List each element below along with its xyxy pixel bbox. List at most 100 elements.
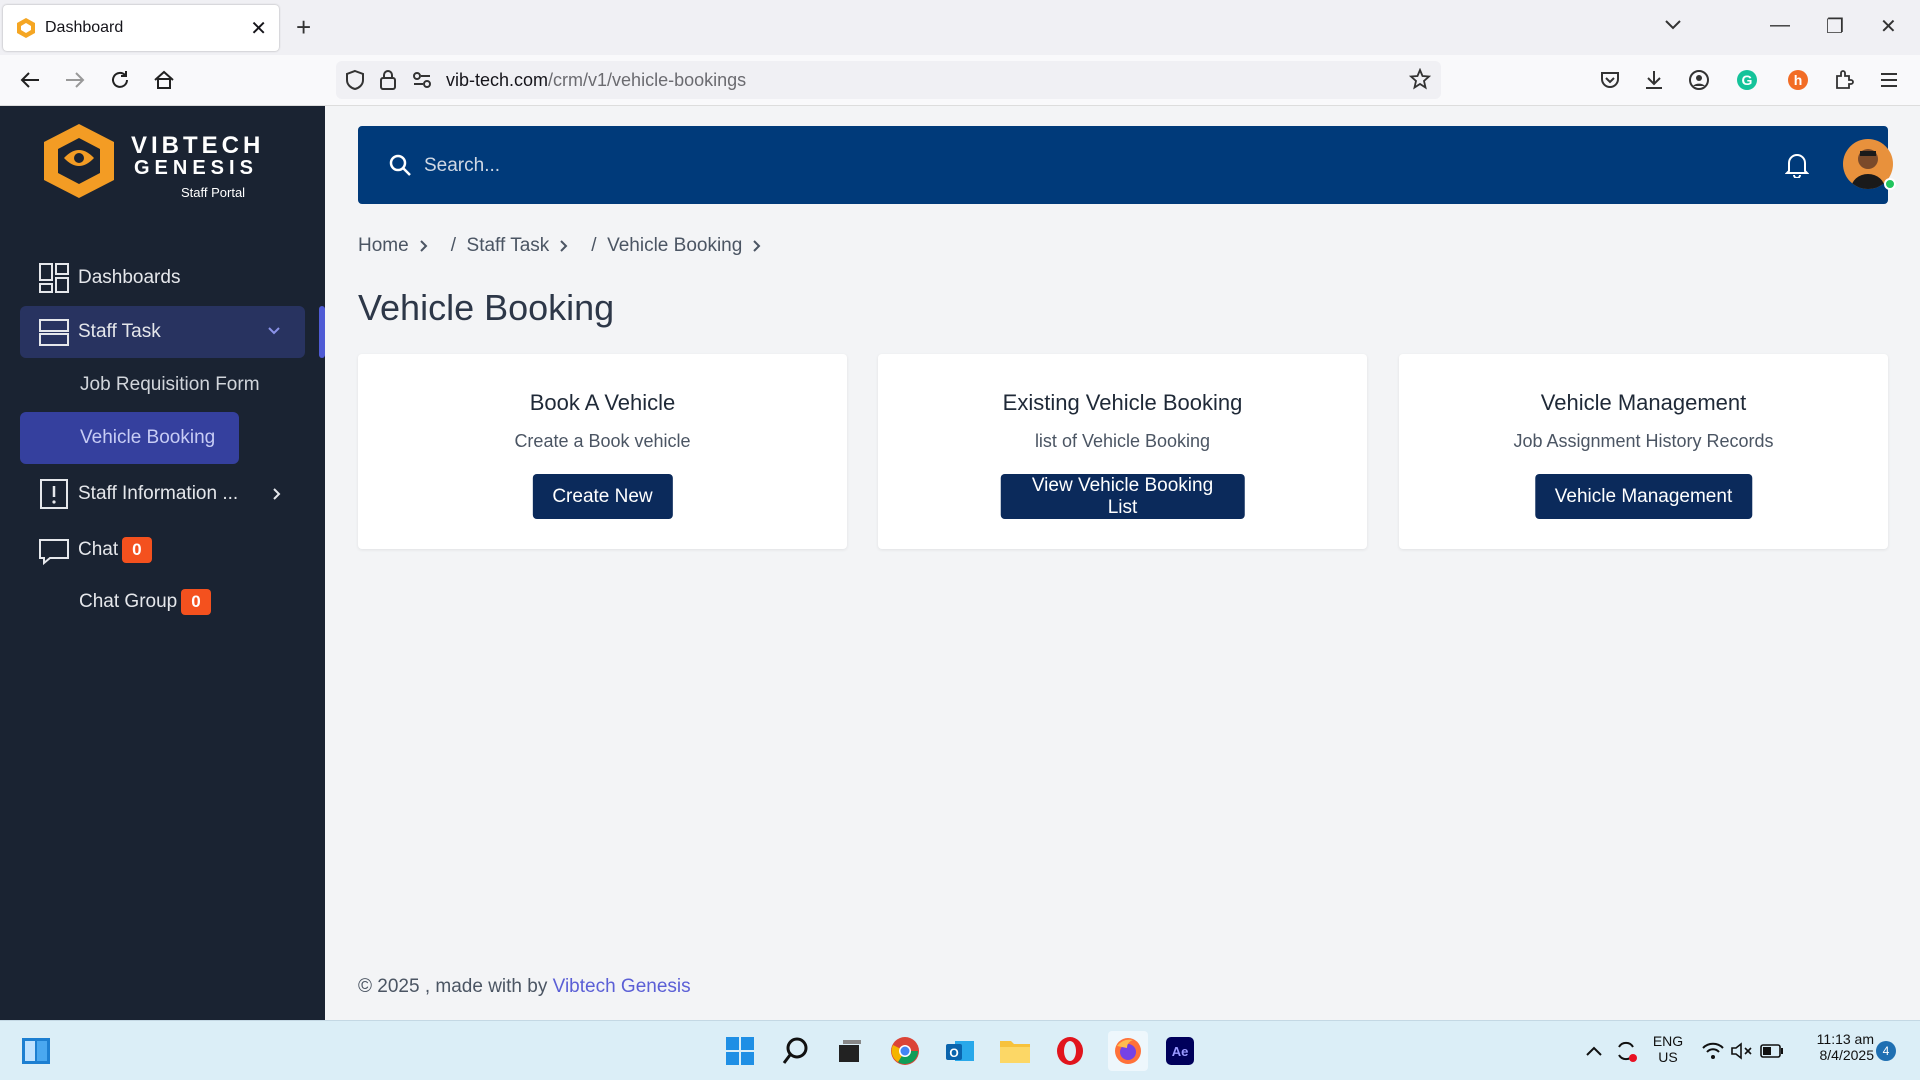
menu-hamburger-icon[interactable] bbox=[1876, 67, 1902, 93]
info-card-icon bbox=[40, 479, 68, 509]
sidebar-item-chat[interactable]: Chat 0 bbox=[38, 530, 152, 570]
account-icon[interactable] bbox=[1686, 67, 1712, 93]
card-existing-vehicle-booking: Existing Vehicle Booking list of Vehicle… bbox=[878, 354, 1367, 549]
footer-link[interactable]: Vibtech Genesis bbox=[553, 976, 691, 997]
search-input[interactable] bbox=[424, 151, 1024, 181]
chevron-down-icon bbox=[268, 327, 280, 335]
bell-icon[interactable] bbox=[1785, 152, 1809, 178]
logo-line1: VIBTECH bbox=[131, 132, 265, 159]
pocket-icon[interactable] bbox=[1597, 67, 1623, 93]
site-favicon-icon bbox=[17, 18, 35, 38]
sidebar-item-vehicle-booking[interactable]: Vehicle Booking bbox=[20, 412, 239, 464]
url-bar[interactable]: vib-tech.com/crm/v1/vehicle-bookings bbox=[336, 61, 1441, 99]
dashboard-grid-icon bbox=[39, 263, 69, 293]
svg-text:G: G bbox=[1742, 72, 1753, 88]
url-text[interactable]: vib-tech.com/crm/v1/vehicle-bookings bbox=[446, 70, 746, 91]
card-title: Existing Vehicle Booking bbox=[1002, 390, 1243, 415]
sidebar-item-staff-task[interactable]: Staff Task bbox=[20, 306, 305, 358]
page-title: Vehicle Booking bbox=[358, 287, 615, 328]
tray-chevron-up-icon[interactable] bbox=[1578, 1035, 1610, 1067]
widgets-icon[interactable] bbox=[20, 1035, 52, 1067]
file-explorer-icon[interactable] bbox=[999, 1035, 1031, 1067]
grammarly-extension-icon[interactable]: G bbox=[1734, 67, 1760, 93]
main-content: Home / Staff Task / Vehicle Booking Vehi… bbox=[325, 106, 1920, 1020]
logo-subtitle: Staff Portal bbox=[181, 185, 246, 200]
view-vehicle-booking-list-button[interactable]: View Vehicle Booking List bbox=[1000, 474, 1245, 519]
chat-bubble-icon bbox=[39, 539, 69, 566]
browser-tab-dashboard[interactable]: Dashboard ✕ bbox=[3, 5, 279, 51]
sidebar-item-label: Vehicle Booking bbox=[80, 427, 216, 448]
footer-text: © 2025 , made with by bbox=[358, 976, 553, 997]
sidebar-item-staff-information[interactable]: Staff Information ... bbox=[38, 474, 298, 514]
task-view-icon[interactable] bbox=[834, 1035, 866, 1067]
new-tab-icon[interactable]: + bbox=[296, 12, 311, 43]
notification-count-badge[interactable]: 4 bbox=[1876, 1041, 1896, 1061]
downloads-icon[interactable] bbox=[1641, 67, 1667, 93]
sync-icon[interactable] bbox=[1610, 1035, 1642, 1067]
sidebar-item-label: Staff Information ... bbox=[78, 483, 239, 504]
bookmark-star-icon[interactable] bbox=[1408, 67, 1432, 95]
footer: © 2025 , made with by Vibtech Genesis bbox=[358, 976, 691, 998]
sidebar-item-job-requisition-form[interactable]: Job Requisition Form bbox=[80, 365, 260, 405]
breadcrumb-vehicle-booking[interactable]: / Vehicle Booking bbox=[591, 235, 742, 257]
restore-icon[interactable]: ❐ bbox=[1826, 14, 1844, 39]
after-effects-icon[interactable]: Ae bbox=[1164, 1035, 1196, 1067]
close-window-icon[interactable]: ✕ bbox=[1880, 14, 1897, 39]
vehicle-management-button[interactable]: Vehicle Management bbox=[1534, 474, 1753, 519]
clock-date: 8/4/2025 bbox=[1819, 1047, 1875, 1063]
sidebar-item-label: Chat bbox=[78, 539, 119, 560]
language-code: ENG bbox=[1652, 1033, 1684, 1049]
chrome-icon[interactable] bbox=[889, 1035, 921, 1067]
card-book-vehicle: Book A Vehicle Create a Book vehicle Cre… bbox=[358, 354, 847, 549]
breadcrumb-home[interactable]: Home bbox=[358, 235, 409, 257]
outlook-icon[interactable]: O bbox=[944, 1035, 976, 1067]
chevron-right-icon bbox=[273, 488, 281, 500]
firefox-icon[interactable] bbox=[1108, 1031, 1148, 1071]
clock[interactable]: 11:13 am 8/4/2025 bbox=[1800, 1031, 1874, 1063]
chevron-right-icon bbox=[560, 240, 568, 252]
url-path: /crm/v1/vehicle-bookings bbox=[548, 70, 747, 90]
chat-group-count-badge: 0 bbox=[181, 589, 211, 615]
card-vehicle-management: Vehicle Management Job Assignment Histor… bbox=[1399, 354, 1888, 549]
extensions-puzzle-icon[interactable] bbox=[1831, 67, 1857, 93]
forward-icon[interactable] bbox=[62, 67, 88, 93]
breadcrumb-staff-task[interactable]: / Staff Task bbox=[451, 235, 550, 257]
chevron-right-icon bbox=[419, 240, 428, 252]
region-code: US bbox=[1658, 1049, 1678, 1065]
sidebar-item-chat-group[interactable]: Chat Group 0 bbox=[79, 582, 211, 622]
back-icon[interactable] bbox=[17, 67, 43, 93]
tab-title: Dashboard bbox=[45, 19, 124, 36]
clock-time: 11:13 am bbox=[1816, 1031, 1874, 1047]
server-stack-icon bbox=[39, 319, 69, 346]
language-indicator[interactable]: ENG US bbox=[1650, 1033, 1686, 1065]
breadcrumb: Home / Staff Task / Vehicle Booking bbox=[358, 235, 762, 257]
sidebar-item-dashboards[interactable]: Dashboards bbox=[38, 258, 180, 298]
minimize-icon[interactable]: — bbox=[1770, 14, 1790, 37]
card-description: Job Assignment History Records bbox=[1513, 431, 1774, 451]
card-title: Vehicle Management bbox=[1540, 390, 1747, 415]
battery-icon[interactable] bbox=[1756, 1035, 1788, 1067]
sidebar-item-label: Chat Group bbox=[79, 591, 178, 612]
honey-extension-icon[interactable]: h bbox=[1785, 67, 1811, 93]
wifi-icon[interactable] bbox=[1697, 1035, 1729, 1067]
sidebar: VIBTECH GENESIS Staff Portal Dashboards … bbox=[0, 106, 325, 1020]
home-icon[interactable] bbox=[151, 67, 177, 93]
close-tab-icon[interactable]: ✕ bbox=[250, 16, 267, 41]
tab-list-chevron-icon[interactable] bbox=[1664, 14, 1682, 37]
volume-muted-icon[interactable] bbox=[1726, 1035, 1758, 1067]
chat-count-badge: 0 bbox=[122, 537, 152, 563]
lock-icon[interactable] bbox=[378, 68, 398, 97]
shield-icon[interactable] bbox=[344, 69, 366, 96]
search-taskbar-icon[interactable] bbox=[780, 1035, 812, 1067]
site-permissions-icon[interactable] bbox=[412, 71, 432, 94]
card-description: list of Vehicle Booking bbox=[1034, 431, 1211, 451]
reload-icon[interactable] bbox=[107, 67, 133, 93]
logo-line2: GENESIS bbox=[134, 157, 258, 179]
create-new-button[interactable]: Create New bbox=[532, 474, 673, 519]
search-icon[interactable] bbox=[388, 153, 412, 177]
sidebar-item-label: Job Requisition Form bbox=[80, 374, 260, 395]
browser-tabbar: Dashboard ✕ + — ❐ ✕ bbox=[0, 0, 1920, 55]
windows-start-icon[interactable] bbox=[724, 1035, 756, 1067]
vibtech-logo-icon[interactable] bbox=[38, 120, 120, 202]
opera-icon[interactable] bbox=[1054, 1035, 1086, 1067]
